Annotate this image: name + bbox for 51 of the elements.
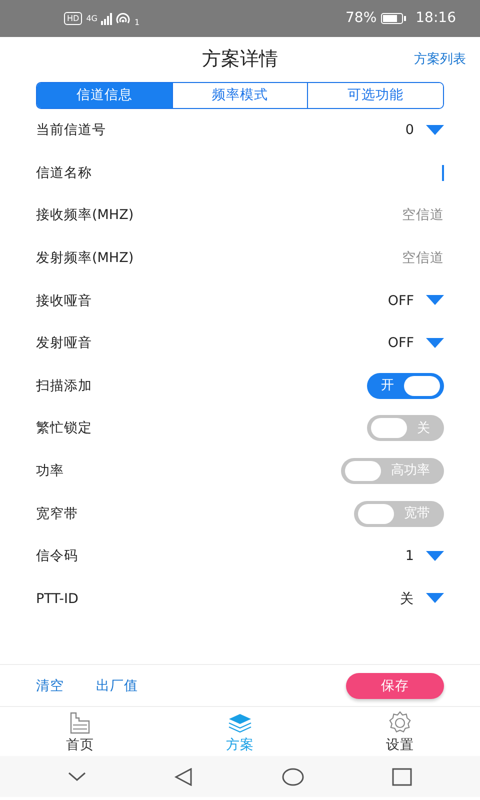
- nav-tab[interactable]: 首页: [0, 707, 160, 756]
- page-title: 方案详情: [202, 47, 278, 72]
- field-label: 当前信道号: [36, 121, 106, 140]
- layers-icon: [228, 711, 252, 736]
- dropdown-arrow-icon: [426, 124, 444, 136]
- clear-link[interactable]: 清空: [36, 676, 64, 696]
- back-icon: [174, 768, 194, 786]
- chevron-down-icon: [68, 771, 86, 782]
- input-field[interactable]: 空信道: [334, 205, 444, 226]
- field-label: 扫描添加: [36, 376, 92, 396]
- plan-list-link[interactable]: 方案列表: [414, 50, 466, 70]
- dropdown-select[interactable]: OFF: [388, 333, 444, 354]
- field-label: 发射哑音: [36, 334, 92, 354]
- field-label: 信令码: [36, 547, 78, 566]
- network-type: 4G: [86, 14, 98, 23]
- nav-tab[interactable]: 方案: [160, 707, 320, 756]
- field-label: 发射频率(MHZ): [36, 248, 134, 268]
- home-button-icon: [282, 768, 304, 786]
- dropdown-arrow-icon: [426, 295, 444, 306]
- dropdown-arrow-icon: [426, 338, 444, 349]
- dropdown-select[interactable]: 1: [405, 546, 444, 566]
- settings-icon: [388, 711, 412, 736]
- text-cursor[interactable]: [442, 164, 444, 181]
- clock: 18:16: [416, 9, 456, 28]
- field-label: 接收频率(MHZ): [36, 206, 134, 226]
- field-label: PTT-ID: [36, 590, 78, 609]
- battery-percent: 78%: [346, 9, 377, 28]
- field-label: 繁忙锁定: [36, 419, 92, 438]
- tab[interactable]: 可选功能: [307, 83, 443, 108]
- toggle-switch[interactable]: 开: [367, 372, 444, 399]
- recent-apps-icon: [392, 768, 412, 786]
- tab[interactable]: 信道信息: [37, 83, 172, 108]
- field-label: 功率: [36, 462, 64, 481]
- field-label: 接收哑音: [36, 292, 92, 311]
- dropdown-arrow-icon: [426, 593, 444, 604]
- battery-icon: [380, 13, 406, 24]
- dropdown-select[interactable]: OFF: [388, 290, 444, 311]
- hd-indicator: HD: [64, 12, 82, 25]
- hotspot-count: 1: [134, 18, 140, 27]
- home-icon: [68, 711, 92, 736]
- save-button[interactable]: 保存: [346, 672, 444, 699]
- hotspot-icon: [116, 12, 130, 24]
- dropdown-select[interactable]: 关: [400, 588, 444, 609]
- field-label: 宽窄带: [36, 504, 78, 524]
- signal-icon: [101, 12, 112, 24]
- factory-reset-link[interactable]: 出厂值: [88, 676, 138, 696]
- input-field[interactable]: 空信道: [334, 248, 444, 268]
- dropdown-arrow-icon: [426, 550, 444, 562]
- dropdown-select[interactable]: 0: [405, 120, 444, 140]
- nav-tab[interactable]: 设置: [320, 707, 480, 756]
- field-label: 信道名称: [36, 164, 92, 183]
